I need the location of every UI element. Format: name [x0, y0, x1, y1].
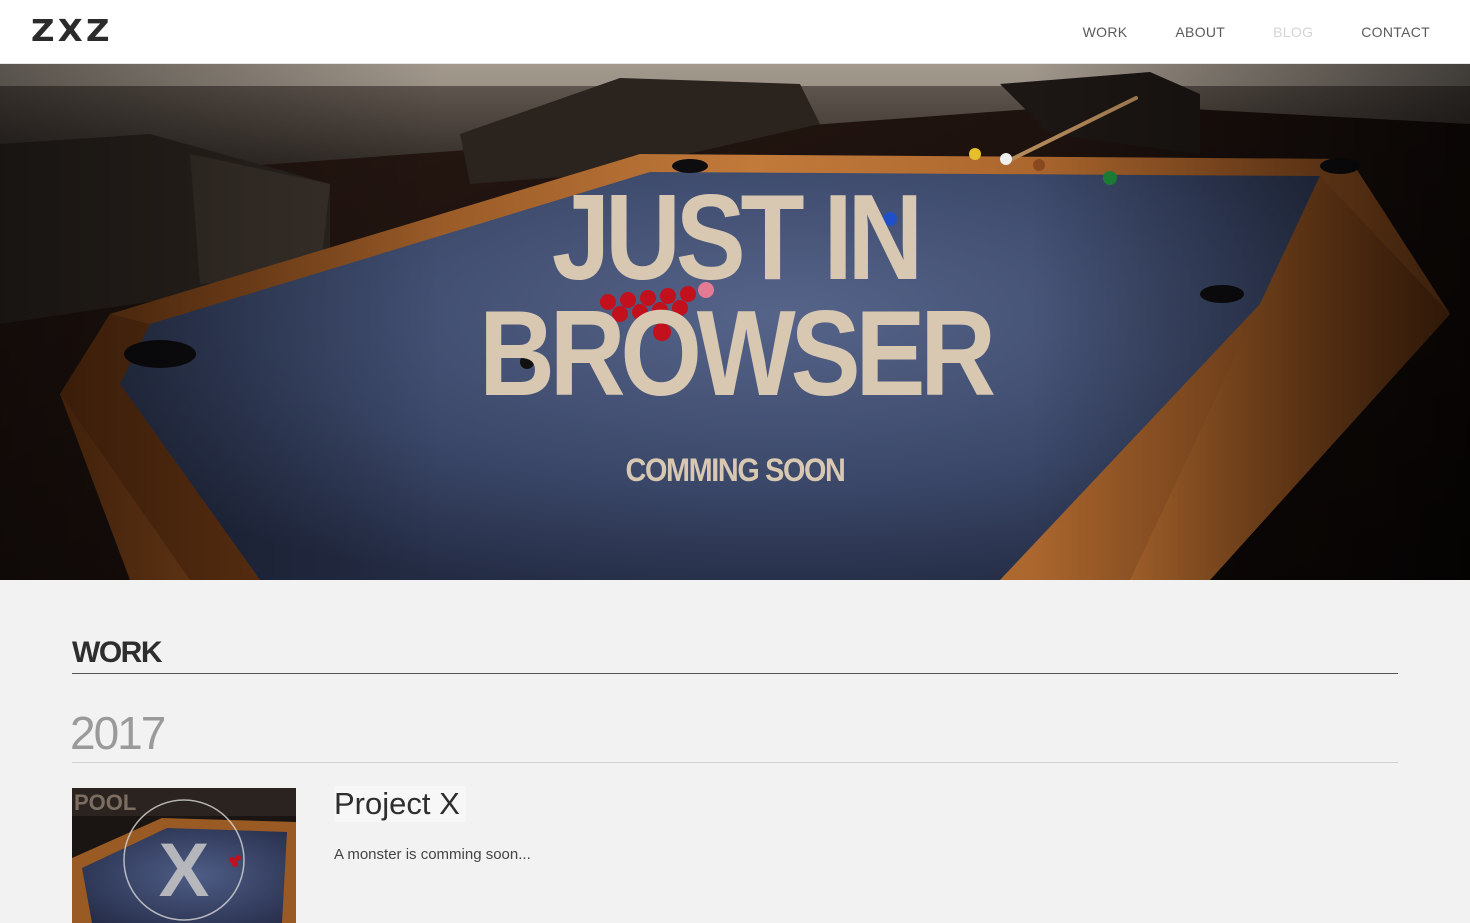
project-title[interactable]: Project X: [334, 786, 466, 822]
year-heading: 2017: [70, 707, 166, 759]
section-divider: [72, 673, 1398, 674]
hero-subtitle: COMMING SOON: [625, 452, 845, 488]
site-logo[interactable]: ZXZ: [31, 14, 113, 49]
hero-banner: JUST IN BROWSER COMMING SOON: [0, 64, 1470, 580]
hero-title-line2: BROWSER: [479, 285, 996, 421]
main-nav: WORK ABOUT BLOG CONTACT: [1035, 24, 1430, 40]
hero-title-line1: JUST IN: [551, 169, 923, 305]
thumb-overlay-letter: X: [159, 828, 210, 913]
work-section-title: WORK: [72, 636, 162, 669]
site-header: ZXZ WORK ABOUT BLOG CONTACT: [0, 0, 1470, 64]
project-thumbnail[interactable]: POOL X: [72, 788, 296, 923]
project-thumbnail-image: POOL X: [72, 788, 296, 923]
nav-contact[interactable]: CONTACT: [1361, 24, 1430, 40]
nav-about[interactable]: ABOUT: [1175, 24, 1225, 40]
nav-blog[interactable]: BLOG: [1273, 24, 1313, 40]
project-description: A monster is comming soon...: [334, 846, 531, 863]
thumb-sign-text: POOL: [74, 790, 136, 815]
nav-work[interactable]: WORK: [1083, 24, 1128, 40]
year-divider: [72, 762, 1398, 763]
